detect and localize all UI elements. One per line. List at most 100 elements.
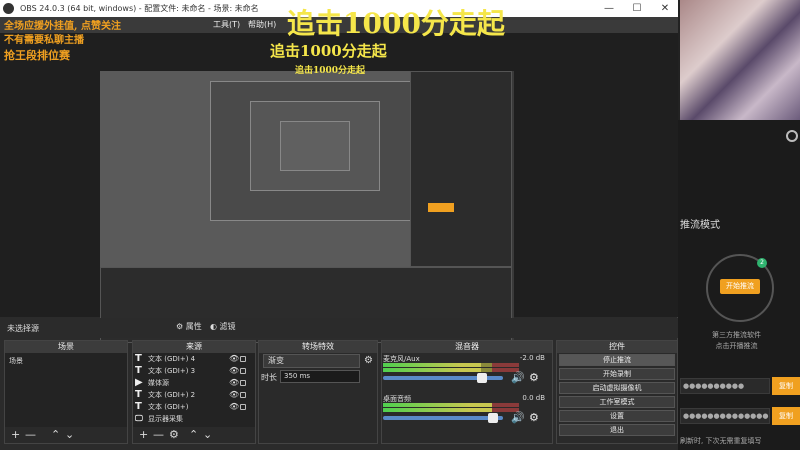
stream-url-field[interactable]: ●●●●●●●●●● bbox=[680, 378, 770, 394]
overlay-mid-title: 追击1000分走起 bbox=[270, 42, 387, 60]
level-meter-fill bbox=[383, 408, 492, 412]
source-label: 媒体源 bbox=[148, 379, 169, 387]
source-item[interactable]: T 文本 (GDI+) 4 👁 bbox=[133, 353, 247, 365]
level-meter bbox=[383, 368, 519, 372]
level-meter bbox=[383, 408, 519, 412]
source-label: 显示器采集 bbox=[148, 415, 183, 423]
volume-slider-knob[interactable] bbox=[477, 373, 487, 383]
captured-canvas bbox=[100, 71, 512, 267]
visibility-icon[interactable]: 👁 bbox=[229, 401, 239, 413]
source-label: 文本 (GDI+) 4 bbox=[148, 355, 196, 363]
minimize-button[interactable]: — bbox=[594, 0, 624, 17]
text-source-icon: T bbox=[135, 353, 142, 364]
remove-scene-button[interactable]: — bbox=[25, 427, 36, 443]
source-item[interactable]: ▶ 媒体源 👁 bbox=[133, 377, 247, 389]
visibility-icon[interactable]: 👁 bbox=[229, 365, 239, 377]
mixer-channel-desktop: 桌面音频 0.0 dB 🔊 ⚙ bbox=[383, 394, 549, 428]
speaker-icon[interactable]: 🔊 bbox=[511, 411, 525, 424]
settings-button[interactable]: 设置 bbox=[559, 410, 675, 422]
visibility-icon[interactable]: 👁 bbox=[229, 353, 239, 365]
transition-gear-icon[interactable]: ⚙ bbox=[364, 355, 373, 366]
gear-icon: ⚙ bbox=[176, 322, 184, 331]
obs-logo-icon bbox=[3, 3, 14, 14]
volume-slider-knob[interactable] bbox=[488, 413, 498, 423]
status-bar bbox=[0, 444, 678, 450]
text-source-icon: T bbox=[135, 389, 142, 400]
mixer-header: 混音器 bbox=[382, 341, 552, 353]
studio-mode-button[interactable]: 工作室模式 bbox=[559, 396, 675, 408]
lock-icon[interactable] bbox=[240, 368, 246, 374]
recursive-frame bbox=[280, 121, 350, 171]
menu-tools[interactable]: 工具(T) bbox=[213, 19, 240, 30]
source-item[interactable]: T 文本 (GDI+) 3 👁 bbox=[133, 365, 247, 377]
copy-key-button[interactable]: 复制 bbox=[772, 407, 800, 425]
lock-icon[interactable] bbox=[240, 356, 246, 362]
stream-note: 第三方推流软件 点击开播推流 bbox=[712, 330, 761, 352]
channel-db: -2.0 dB bbox=[519, 354, 545, 362]
no-source-label: 未选择源 bbox=[7, 324, 39, 333]
stream-mode-label: 推流模式 bbox=[680, 220, 720, 231]
transitions-header: 转场特效 bbox=[259, 341, 377, 353]
channel-gear-icon[interactable]: ⚙ bbox=[529, 411, 539, 424]
help-icon[interactable] bbox=[786, 130, 798, 142]
virtual-camera-button[interactable]: 启动虚拟摄像机 bbox=[559, 382, 675, 394]
add-scene-button[interactable]: + bbox=[11, 427, 20, 443]
menu-help[interactable]: 帮助(H) bbox=[248, 19, 276, 30]
level-meter bbox=[383, 403, 519, 407]
source-item[interactable]: T 文本 (GDI+) 👁 bbox=[133, 401, 247, 413]
lock-icon[interactable] bbox=[240, 380, 246, 386]
stream-start-button[interactable]: 开始推流 bbox=[720, 279, 760, 294]
duration-label: 时长 bbox=[261, 373, 277, 382]
level-meter-fill bbox=[383, 368, 481, 372]
scene-item-label: 场景 bbox=[9, 357, 23, 365]
filter-icon: ◐ bbox=[210, 322, 217, 331]
remove-source-button[interactable]: — bbox=[153, 427, 164, 443]
scene-up-button[interactable]: ⌃ bbox=[51, 427, 60, 443]
obs-window: OBS 24.0.3 (64 bit, windows) - 配置文件: 未命名… bbox=[0, 0, 678, 450]
overlay-small-title: 追击1000分走起 bbox=[295, 66, 366, 76]
properties-button[interactable]: ⚙ 属性 bbox=[176, 321, 202, 335]
exit-button[interactable]: 退出 bbox=[559, 424, 675, 436]
source-label: 文本 (GDI+) 2 bbox=[148, 391, 196, 399]
stop-stream-button[interactable]: 停止推流 bbox=[559, 354, 675, 366]
scene-down-button[interactable]: ⌄ bbox=[65, 427, 74, 443]
copy-url-button[interactable]: 复制 bbox=[772, 377, 800, 395]
sources-header: 来源 bbox=[133, 341, 255, 353]
text-source-icon: T bbox=[135, 365, 142, 376]
overlay-line3: 抢王段排位赛 bbox=[4, 49, 70, 62]
stream-key-field[interactable]: ●●●●●●●●●●●●●● bbox=[680, 408, 770, 424]
transition-select[interactable]: 渐变 bbox=[263, 354, 360, 368]
overlay-big-title: 追击1000分走起 bbox=[287, 7, 505, 40]
lock-icon[interactable] bbox=[240, 404, 246, 410]
maximize-button[interactable]: ☐ bbox=[622, 0, 652, 17]
duration-input[interactable]: 350 ms bbox=[280, 370, 360, 383]
source-toolbar: 未选择源 bbox=[0, 318, 678, 338]
source-item[interactable]: 🖵 显示器采集 bbox=[133, 413, 247, 425]
close-button[interactable]: ✕ bbox=[650, 0, 680, 17]
stream-app-banner bbox=[680, 0, 800, 120]
level-meter-fill bbox=[383, 403, 492, 407]
source-item[interactable]: T 文本 (GDI+) 2 👁 bbox=[133, 389, 247, 401]
window-title: OBS 24.0.3 (64 bit, windows) - 配置文件: 未命名… bbox=[20, 4, 259, 13]
channel-gear-icon[interactable]: ⚙ bbox=[529, 371, 539, 384]
visibility-icon[interactable]: 👁 bbox=[229, 389, 239, 401]
scenes-list: 场景 bbox=[5, 353, 127, 427]
scenes-header: 场景 bbox=[5, 341, 127, 353]
add-source-button[interactable]: + bbox=[139, 427, 148, 443]
stream-badge: 2 bbox=[757, 258, 767, 268]
lock-icon[interactable] bbox=[240, 392, 246, 398]
mixer-channel-mic: 麦克风/Aux -2.0 dB 🔊 ⚙ bbox=[383, 354, 549, 388]
scenes-dock: 场景 场景 + — ⌃ ⌄ bbox=[4, 340, 128, 444]
visibility-icon[interactable]: 👁 bbox=[229, 377, 239, 389]
stream-note-line1: 第三方推流软件 bbox=[712, 331, 761, 339]
source-down-button[interactable]: ⌄ bbox=[203, 427, 212, 443]
scene-item[interactable]: 场景 bbox=[5, 355, 119, 367]
source-settings-gear-icon[interactable]: ⚙ bbox=[169, 427, 179, 443]
volume-slider[interactable] bbox=[383, 416, 503, 420]
start-recording-button[interactable]: 开始录制 bbox=[559, 368, 675, 380]
level-meter-fill bbox=[383, 363, 481, 367]
filters-button[interactable]: ◐ 滤镜 bbox=[210, 321, 236, 335]
source-up-button[interactable]: ⌃ bbox=[189, 427, 198, 443]
sources-list: T 文本 (GDI+) 4 👁 T 文本 (GDI+) 3 👁 ▶ 媒体源 👁 … bbox=[133, 353, 255, 427]
speaker-icon[interactable]: 🔊 bbox=[511, 371, 525, 384]
